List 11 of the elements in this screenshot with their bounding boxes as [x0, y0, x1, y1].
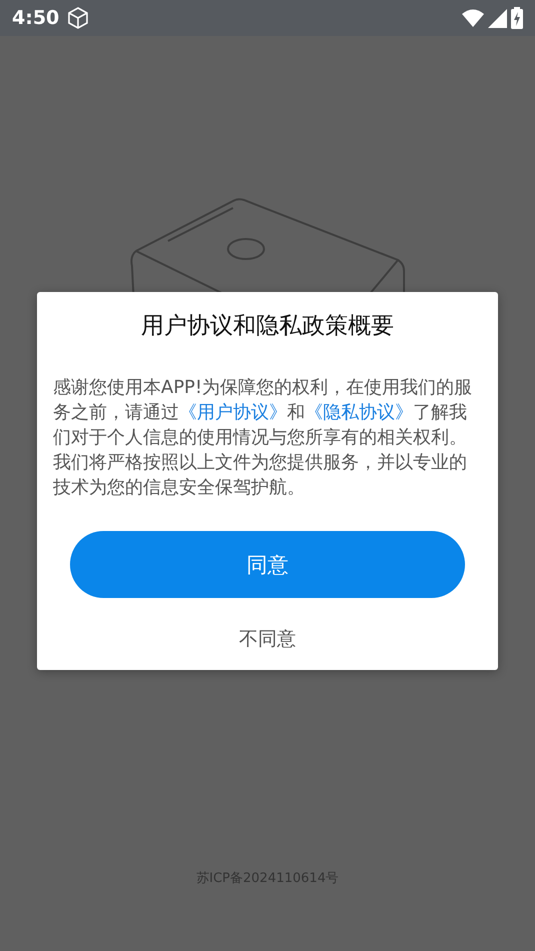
dialog-title: 用户协议和隐私政策概要 — [141, 312, 394, 341]
signal-icon — [488, 8, 507, 28]
wifi-icon — [462, 9, 484, 27]
agreement-link[interactable]: 《用户协议》 — [179, 402, 287, 423]
battery-charging-icon — [511, 7, 523, 29]
agree-button[interactable]: 同意 — [70, 531, 465, 598]
agreement-link[interactable]: 《隐私协议》 — [305, 402, 413, 423]
decline-button[interactable]: 不同意 — [231, 622, 304, 656]
cube-icon — [67, 6, 90, 30]
agreement-text: 感谢您使用本APP!为保障您的权利，在使用我们的服务之前，请通过《用户协议》和《隐私协议》了解我们对于个人信息的使用情况与您所享有的相关权利。我们将严格按照以上文件为您提供服务，并以专业的技术为您的信息安全保驾护航。 — [52, 376, 474, 500]
status-time: 4:50 — [12, 7, 60, 29]
